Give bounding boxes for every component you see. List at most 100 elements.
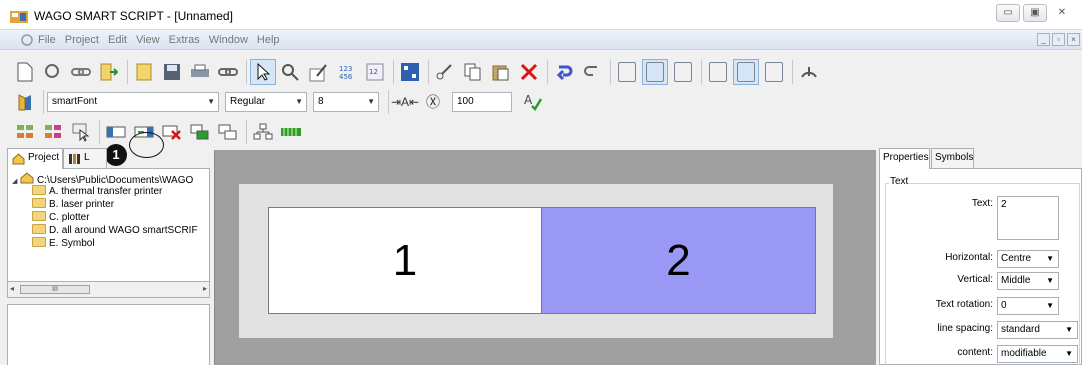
char-spacing-increase-icon[interactable]: Ⓧ (420, 89, 446, 115)
text-check-icon[interactable]: A (520, 89, 546, 115)
align-top-icon[interactable] (705, 59, 731, 85)
project-panel: Project L ◢ C:\Users\Public\Documents\WA… (7, 148, 210, 365)
tree-item[interactable]: C. plotter (32, 211, 90, 224)
mdi-close-icon[interactable]: × (1067, 33, 1080, 46)
font-icon[interactable] (12, 89, 38, 115)
expand-arrow-icon[interactable]: ◢ (12, 178, 17, 185)
font-style-select[interactable]: Regular ▼ (225, 92, 307, 112)
align-center-icon[interactable] (642, 59, 668, 85)
toolbar-separator (99, 120, 100, 144)
copy-icon[interactable] (460, 59, 486, 85)
properties-content: Text Text: 2 Horizontal: Centre ▼ Vertica… (879, 168, 1082, 365)
align-bottom-icon[interactable] (761, 59, 787, 85)
save-icon[interactable] (159, 59, 185, 85)
menu-view[interactable]: View (136, 34, 160, 46)
chevron-down-icon: ▼ (207, 97, 215, 106)
tree-item[interactable]: D. all around WAGO smartSCRIF (32, 224, 198, 237)
insert-cell-left-icon[interactable] (103, 119, 129, 145)
marker-strip-icon[interactable] (278, 119, 304, 145)
tree-item[interactable]: B. laser printer (32, 198, 114, 211)
title-bar: WAGO SMART SCRIPT - [Unnamed] ▭ ▣ ✕ (0, 0, 1082, 30)
text-value-field[interactable]: 2 (997, 196, 1059, 240)
close-icon[interactable]: ✕ (1050, 4, 1074, 22)
undo-icon[interactable] (551, 59, 577, 85)
tree-horizontal-scrollbar[interactable]: ◂ III ▸ (7, 282, 210, 298)
maximize-icon[interactable]: ▣ (1023, 4, 1047, 22)
tree-item-label: E. Symbol (49, 238, 95, 249)
char-spacing-input[interactable]: 100 (452, 92, 512, 112)
folder-icon (32, 185, 46, 195)
print-icon[interactable] (187, 59, 213, 85)
design-canvas[interactable]: 1 2 (214, 150, 876, 365)
chevron-down-icon: ▼ (1065, 349, 1073, 358)
label-cell-2-selected[interactable]: 2 (541, 208, 815, 313)
menu-extras[interactable]: Extras (169, 34, 200, 46)
tree-structure-icon[interactable] (250, 119, 276, 145)
zoom-icon[interactable] (278, 59, 304, 85)
tab-properties[interactable]: Properties (879, 148, 930, 169)
content-select[interactable]: modifiable ▼ (997, 345, 1078, 363)
scroll-left-icon[interactable]: ◂ (10, 284, 14, 293)
grid-icon[interactable] (397, 59, 423, 85)
select-object-icon[interactable] (68, 119, 94, 145)
content-value: modifiable (1001, 348, 1047, 359)
font-name-select[interactable]: smartFont ▼ (47, 92, 219, 112)
label-cell-1[interactable]: 1 (269, 208, 541, 313)
tab-library[interactable]: L (63, 148, 107, 168)
menu-window[interactable]: Window (209, 34, 248, 46)
tree-item[interactable]: A. thermal transfer printer (32, 185, 162, 198)
delete-icon[interactable] (516, 59, 542, 85)
tree-item[interactable]: E. Symbol (32, 237, 95, 250)
menu-file[interactable]: File (38, 34, 56, 46)
font-size-select[interactable]: 8 ▼ (313, 92, 379, 112)
curve-text-icon[interactable] (796, 59, 822, 85)
align-middle-icon[interactable] (733, 59, 759, 85)
scroll-thumb[interactable]: III (20, 285, 90, 294)
mdi-restore-icon[interactable]: ▫ (1052, 33, 1065, 46)
rotation-value: 0 (1001, 300, 1007, 311)
home-icon (12, 153, 25, 165)
new-file-icon[interactable] (12, 59, 38, 85)
numbering-icon[interactable]: 123 456 (334, 59, 360, 85)
link-chain-icon[interactable] (215, 59, 241, 85)
menu-edit[interactable]: Edit (108, 34, 127, 46)
align-right-icon[interactable] (670, 59, 696, 85)
link-icon[interactable] (68, 59, 94, 85)
horizontal-select[interactable]: Centre ▼ (997, 250, 1059, 268)
chevron-down-icon: ▼ (295, 97, 303, 106)
tab-project[interactable]: Project (7, 148, 63, 169)
rotation-select[interactable]: 0 ▼ (997, 297, 1059, 315)
menu-help[interactable]: Help (257, 34, 280, 46)
open-search-icon[interactable] (40, 59, 66, 85)
database-icon[interactable] (131, 59, 157, 85)
tree-root[interactable]: ◢ C:\Users\Public\Documents\WAGO (12, 172, 193, 186)
font-toolbar: smartFont ▼ Regular ▼ 8 ▼ ⇥A⇤ Ⓧ 100 A (0, 88, 1082, 116)
tab-symbols[interactable]: Symbols (931, 148, 974, 168)
paste-icon[interactable] (488, 59, 514, 85)
split-vertical-icon[interactable] (40, 119, 66, 145)
menu-project[interactable]: Project (65, 34, 99, 46)
label-marker[interactable]: 1 2 (268, 207, 816, 314)
numbering-list-icon[interactable]: 12 (362, 59, 388, 85)
cut-icon[interactable] (432, 59, 458, 85)
merge-cells-icon[interactable] (187, 119, 213, 145)
split-cell-icon[interactable] (215, 119, 241, 145)
spacing-select[interactable]: standard ▼ (997, 321, 1078, 339)
properties-panel: Properties Symbols Text Text: 2 Horizont… (879, 148, 1082, 365)
align-left-icon[interactable] (614, 59, 640, 85)
toolbar-separator (246, 60, 247, 84)
document-menu-icon[interactable] (20, 33, 34, 47)
redo-icon[interactable] (579, 59, 605, 85)
tab-project-label: Project (28, 152, 60, 163)
vertical-select[interactable]: Middle ▼ (997, 272, 1059, 290)
minimize-icon[interactable]: ▭ (996, 4, 1020, 22)
scroll-right-icon[interactable]: ▸ (203, 284, 207, 293)
split-horizontal-icon[interactable] (12, 119, 38, 145)
edit-text-icon[interactable] (306, 59, 332, 85)
char-spacing-decrease-icon[interactable]: ⇥A⇤ (391, 89, 419, 115)
mdi-minimize-icon[interactable]: _ (1037, 33, 1050, 46)
import-icon[interactable] (96, 59, 122, 85)
folder-icon (32, 211, 46, 221)
select-arrow-icon[interactable] (250, 59, 276, 85)
mdi-controls: _ ▫ × (1037, 33, 1080, 46)
